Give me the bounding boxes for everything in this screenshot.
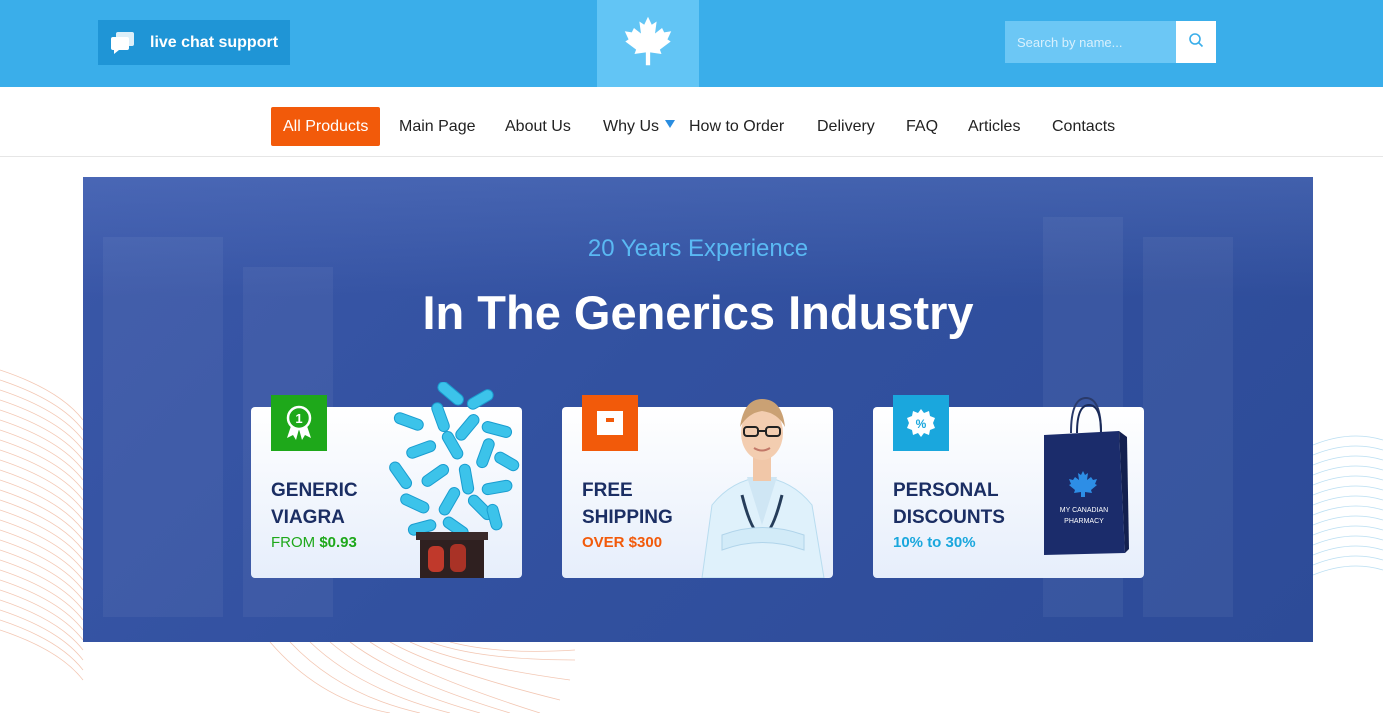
card-title-line1: PERSONAL bbox=[893, 480, 999, 501]
card-price-value: 10% to 30% bbox=[893, 534, 976, 551]
top-header: live chat support bbox=[0, 0, 1383, 87]
search-bar bbox=[1005, 21, 1216, 63]
card-title: GENERIC VIAGRA bbox=[271, 477, 358, 531]
bag-label-line2: PHARMACY bbox=[1064, 518, 1104, 525]
card-price: OVER $300 bbox=[582, 534, 662, 551]
hero-title: In The Generics Industry bbox=[422, 286, 974, 339]
pills-bottle-image bbox=[389, 382, 520, 578]
card-price-value: $0.93 bbox=[319, 534, 357, 551]
nav-contacts[interactable]: Contacts bbox=[1052, 107, 1115, 146]
card-price-prefix: FROM bbox=[271, 534, 320, 551]
card-title: FREE SHIPPING bbox=[582, 477, 673, 531]
main-navigation: All Products Main Page About Us Why Us H… bbox=[0, 87, 1383, 157]
card-price: FROM $0.93 bbox=[271, 534, 357, 551]
nav-why-us[interactable]: Why Us bbox=[603, 107, 675, 146]
card-title-line2: DISCOUNTS bbox=[893, 507, 1005, 528]
caret-down-icon bbox=[665, 119, 675, 128]
nav-all-products[interactable]: All Products bbox=[271, 107, 381, 146]
hero-subtitle: 20 Years Experience bbox=[587, 235, 809, 262]
award-ribbon-icon: 1 bbox=[271, 395, 327, 451]
card-free-shipping[interactable]: FREE SHIPPING OVER $300 bbox=[562, 395, 833, 578]
card-price-value: OVER $300 bbox=[582, 534, 663, 551]
svg-text:%: % bbox=[916, 417, 927, 431]
search-button[interactable] bbox=[1176, 21, 1216, 63]
card-title-line1: FREE bbox=[582, 480, 633, 501]
package-box-icon bbox=[582, 395, 638, 451]
card-price: 10% to 30% bbox=[893, 534, 976, 551]
maple-leaf-icon bbox=[621, 14, 675, 73]
shopping-bag-image: MY CANADIAN PHARMACY bbox=[1041, 393, 1131, 563]
nav-about-us[interactable]: About Us bbox=[505, 107, 571, 146]
nav-how-to-order[interactable]: How to Order bbox=[689, 107, 784, 146]
chat-bubbles-icon bbox=[108, 28, 138, 58]
card-title-line2: SHIPPING bbox=[582, 507, 673, 528]
doctor-image bbox=[701, 399, 825, 578]
nav-faq[interactable]: FAQ bbox=[906, 107, 938, 146]
search-icon bbox=[1188, 32, 1204, 53]
nav-articles[interactable]: Articles bbox=[968, 107, 1020, 146]
card-title: PERSONAL DISCOUNTS bbox=[893, 477, 1005, 531]
card-generic-viagra[interactable]: 1 GENERIC VIAGRA FROM $0.93 bbox=[251, 382, 522, 578]
hero-banner: 20 Years Experience In The Generics Indu… bbox=[83, 177, 1313, 642]
search-input[interactable] bbox=[1005, 21, 1176, 63]
nav-main-page[interactable]: Main Page bbox=[399, 107, 476, 146]
percent-badge-icon: % bbox=[893, 395, 949, 451]
svg-text:1: 1 bbox=[295, 411, 302, 426]
nav-why-us-label: Why Us bbox=[603, 118, 659, 135]
card-title-line2: VIAGRA bbox=[271, 507, 345, 528]
bag-label-line1: MY CANADIAN bbox=[1059, 507, 1109, 514]
nav-delivery[interactable]: Delivery bbox=[817, 107, 875, 146]
card-personal-discounts[interactable]: % PERSONAL DISCOUNTS 10% to 30% MY CANAD… bbox=[873, 395, 1144, 578]
site-logo[interactable] bbox=[597, 0, 699, 87]
live-chat-button[interactable]: live chat support bbox=[98, 20, 290, 65]
bag-label: MY CANADIAN PHARMACY bbox=[1045, 505, 1123, 527]
card-title-line1: GENERIC bbox=[271, 480, 358, 501]
live-chat-label: live chat support bbox=[150, 33, 279, 51]
